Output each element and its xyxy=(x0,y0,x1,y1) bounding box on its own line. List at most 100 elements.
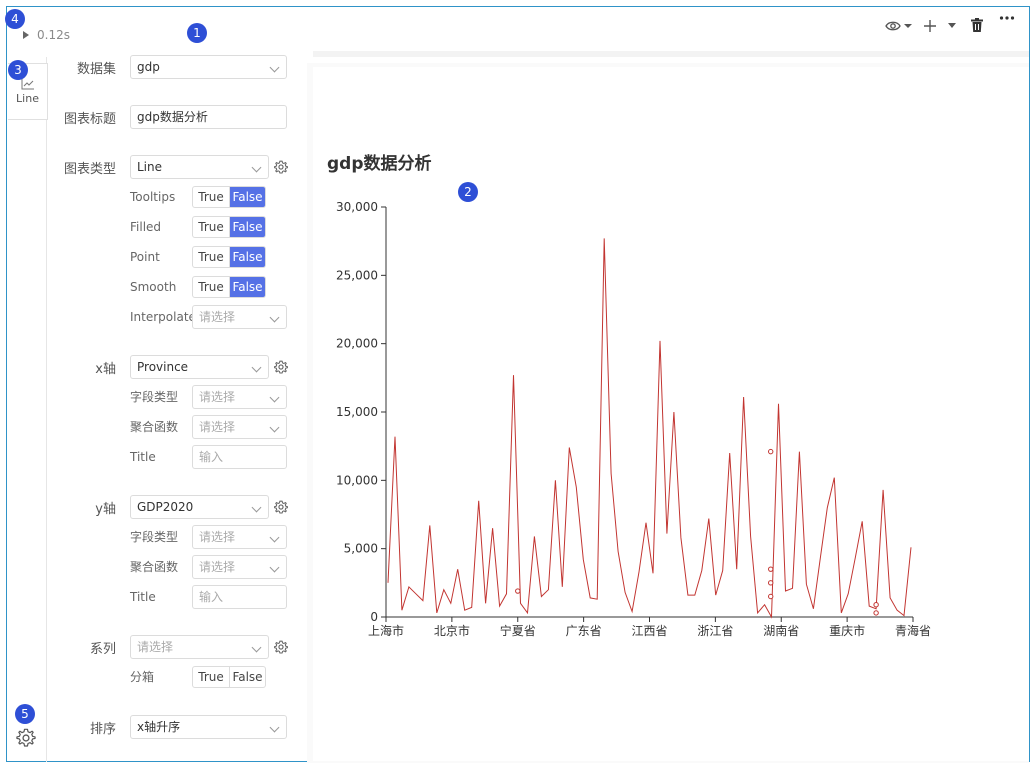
badge-5: 5 xyxy=(15,704,35,724)
expand-triangle-icon[interactable] xyxy=(23,31,29,39)
filled-toggle[interactable]: True False xyxy=(192,216,266,238)
x-tick-label: 宁夏省 xyxy=(500,623,536,638)
left-rail: Line xyxy=(7,57,48,762)
y-fieldtype-label: 字段类型 xyxy=(130,530,179,544)
title-label: 图表标题 xyxy=(63,111,116,127)
sort-label: 排序 xyxy=(89,721,116,737)
x-tick-label: 北京市 xyxy=(434,623,470,638)
x-axis-settings-icon[interactable] xyxy=(274,360,288,374)
point-label: Point xyxy=(130,250,160,264)
y-title-label: Title xyxy=(130,590,156,604)
series-select[interactable]: 请选择 xyxy=(130,635,269,659)
filled-true[interactable]: True xyxy=(193,217,229,237)
x-axis-row: x轴 xyxy=(48,355,126,379)
y-tick-label: 15,000 xyxy=(336,405,378,419)
filled-label: Filled xyxy=(130,220,162,234)
x-tick-label: 湖南省 xyxy=(763,623,799,638)
bin-false[interactable]: False xyxy=(229,667,265,687)
series-line xyxy=(387,238,912,619)
charttype-select[interactable]: Line xyxy=(130,155,269,179)
interpolate-select[interactable]: 请选择 xyxy=(192,305,287,329)
filled-false[interactable]: False xyxy=(229,217,265,237)
chevron-down-icon xyxy=(269,312,280,323)
y-tick-label: 20,000 xyxy=(336,337,378,351)
visibility-toggle-icon[interactable] xyxy=(885,19,913,33)
x-tick-label: 上海市 xyxy=(368,623,404,638)
charttype-settings-icon[interactable] xyxy=(274,160,288,174)
x-axis-select[interactable]: Province xyxy=(130,355,269,379)
line-chart-icon xyxy=(21,79,34,90)
settings-button[interactable] xyxy=(15,727,37,753)
x-tick-label: 江西省 xyxy=(631,624,667,638)
delete-icon[interactable] xyxy=(971,18,983,32)
x-title-input[interactable]: 输入 xyxy=(192,445,287,469)
chevron-down-icon xyxy=(251,642,262,653)
x-tick-label: 浙江省 xyxy=(697,624,733,638)
y-agg-placeholder: 请选择 xyxy=(199,560,236,574)
sort-select[interactable]: x轴升序 xyxy=(130,715,287,739)
y-tick-label: 25,000 xyxy=(336,268,378,282)
y-agg-select[interactable]: 请选择 xyxy=(192,555,287,579)
dataset-select[interactable]: gdp xyxy=(130,55,287,79)
chevron-down-icon xyxy=(251,502,262,513)
dataset-row: 数据集 xyxy=(48,55,126,79)
smooth-label: Smooth xyxy=(130,280,177,294)
data-point xyxy=(873,602,879,608)
tooltips-toggle[interactable]: True False xyxy=(192,186,266,208)
chevron-down-icon xyxy=(269,392,280,403)
y-axis-value: GDP2020 xyxy=(137,500,194,514)
smooth-toggle[interactable]: True False xyxy=(192,276,266,298)
data-point xyxy=(515,588,521,594)
config-panel: 数据集 gdp 图表标题 gdp数据分析 图表类型 Line Tooltips … xyxy=(48,47,303,762)
chart-title-input[interactable]: gdp数据分析 xyxy=(130,105,287,129)
x-axis-label: x轴 xyxy=(95,361,116,377)
x-tick-label: 青海省 xyxy=(895,623,931,638)
chevron-down-icon xyxy=(251,162,262,173)
x-agg-placeholder: 请选择 xyxy=(199,420,236,434)
charttype-label: 图表类型 xyxy=(63,161,116,177)
smooth-true[interactable]: True xyxy=(193,277,229,297)
point-true[interactable]: True xyxy=(193,247,229,267)
y-axis-settings-icon[interactable] xyxy=(274,500,288,514)
chevron-down-icon xyxy=(269,62,280,73)
gear-icon xyxy=(16,728,36,747)
x-fieldtype-select[interactable]: 请选择 xyxy=(192,385,287,409)
interpolate-label: Interpolate xyxy=(130,310,196,324)
badge-4: 4 xyxy=(5,9,25,29)
point-toggle[interactable]: True False xyxy=(192,246,266,268)
execution-timing[interactable]: 0.12s xyxy=(23,25,70,45)
point-false[interactable]: False xyxy=(229,247,265,267)
x-tick-label: 广东省 xyxy=(566,624,602,638)
badge-3: 3 xyxy=(8,60,28,80)
bin-toggle[interactable]: True False xyxy=(192,666,266,688)
y-axis-select[interactable]: GDP2020 xyxy=(130,495,269,519)
x-fieldtype-placeholder: 请选择 xyxy=(199,390,236,404)
y-fieldtype-select[interactable]: 请选择 xyxy=(192,525,287,549)
y-agg-label: 聚合函数 xyxy=(130,560,179,574)
data-point xyxy=(768,566,774,572)
chevron-down-icon xyxy=(251,362,262,373)
y-title-input[interactable]: 输入 xyxy=(192,585,287,609)
sort-value: x轴升序 xyxy=(137,720,181,734)
chevron-down-icon xyxy=(269,532,280,543)
badge-2: 2 xyxy=(458,182,478,202)
tooltips-false[interactable]: False xyxy=(229,187,265,207)
dropdown-caret-icon[interactable] xyxy=(947,22,957,30)
bin-label: 分箱 xyxy=(130,670,155,684)
data-point xyxy=(873,610,879,616)
chevron-down-icon xyxy=(269,562,280,573)
x-agg-select[interactable]: 请选择 xyxy=(192,415,287,439)
more-options-icon[interactable] xyxy=(999,15,1015,21)
data-point xyxy=(768,593,774,600)
x-tick-label: 重庆市 xyxy=(829,623,865,638)
add-icon[interactable] xyxy=(923,19,937,33)
series-row: 系列 xyxy=(48,635,126,659)
chart-card: gdp数据分析 0 5,000 10,000 15,000 20,000 25,000 30… xyxy=(313,67,1029,761)
tooltips-true[interactable]: True xyxy=(193,187,229,207)
tooltips-label: Tooltips xyxy=(130,190,176,204)
series-settings-icon[interactable] xyxy=(274,640,288,654)
bin-true[interactable]: True xyxy=(193,667,229,687)
smooth-false[interactable]: False xyxy=(229,277,265,297)
y-tick-label: 30,000 xyxy=(336,200,378,214)
y-tick-label: 10,000 xyxy=(336,473,378,487)
